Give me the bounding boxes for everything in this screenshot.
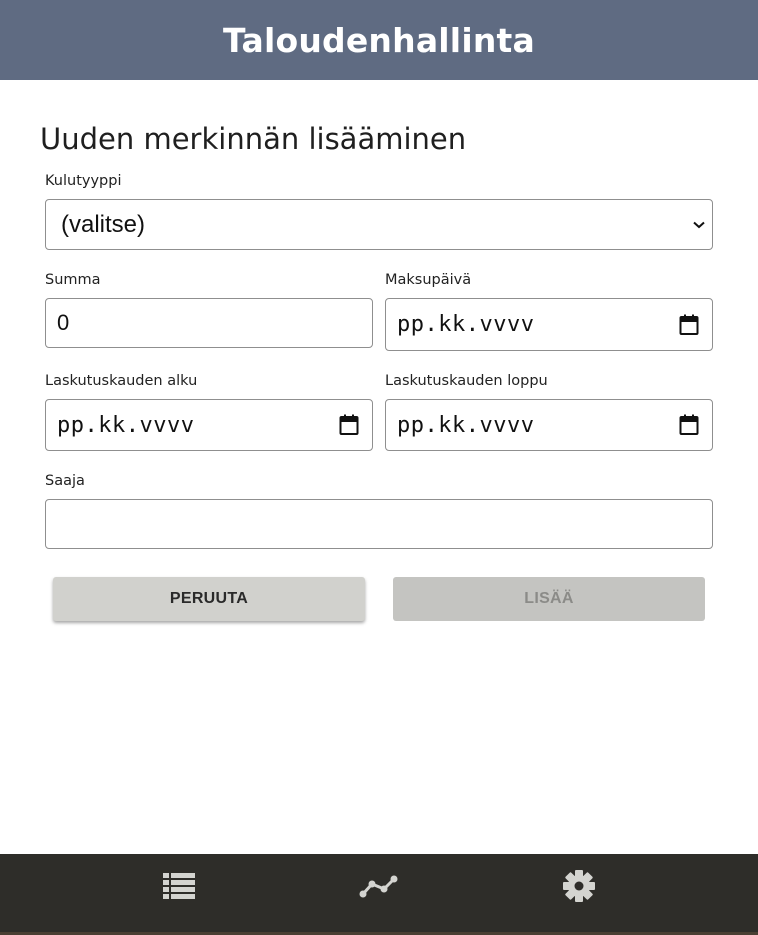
bottom-nav <box>0 854 758 935</box>
recipient-input[interactable] <box>45 499 713 549</box>
expense-type-select[interactable]: (valitse) <box>45 199 713 250</box>
app-title: Taloudenhallinta <box>223 20 535 60</box>
app-header: Taloudenhallinta <box>0 0 758 80</box>
chevron-down-icon <box>692 218 706 232</box>
recipient-label: Saaja <box>45 473 85 489</box>
calendar-icon[interactable] <box>678 314 700 336</box>
amount-input[interactable]: 0 <box>45 298 373 348</box>
billing-start-label: Laskutuskauden alku <box>45 373 198 389</box>
gear-icon <box>562 869 596 908</box>
expense-type-value: (valitse) <box>61 210 146 238</box>
expense-type-label: Kulutyyppi <box>45 173 122 189</box>
billing-start-placeholder: pp.kk.vvvv <box>57 412 195 438</box>
nav-item-charts[interactable] <box>359 868 399 908</box>
billing-end-input[interactable]: pp.kk.vvvv <box>385 399 713 451</box>
billing-end-placeholder: pp.kk.vvvv <box>397 412 535 438</box>
calendar-icon[interactable] <box>678 414 700 436</box>
payment-date-placeholder: pp.kk.vvvv <box>397 312 535 337</box>
cancel-button[interactable]: PERUUTA <box>53 577 365 621</box>
nav-item-settings[interactable] <box>559 868 599 908</box>
add-button[interactable]: LISÄÄ <box>393 577 705 621</box>
nav-item-entries[interactable] <box>159 868 199 908</box>
chart-icon <box>359 874 399 903</box>
payment-date-input[interactable]: pp.kk.vvvv <box>385 298 713 351</box>
page-title: Uuden merkinnän lisääminen <box>40 122 467 156</box>
amount-value: 0 <box>57 310 70 335</box>
list-icon <box>163 872 195 904</box>
billing-start-input[interactable]: pp.kk.vvvv <box>45 399 373 451</box>
payment-date-label: Maksupäivä <box>385 272 472 288</box>
calendar-icon[interactable] <box>338 414 360 436</box>
billing-end-label: Laskutuskauden loppu <box>385 373 548 389</box>
amount-label: Summa <box>45 272 101 288</box>
